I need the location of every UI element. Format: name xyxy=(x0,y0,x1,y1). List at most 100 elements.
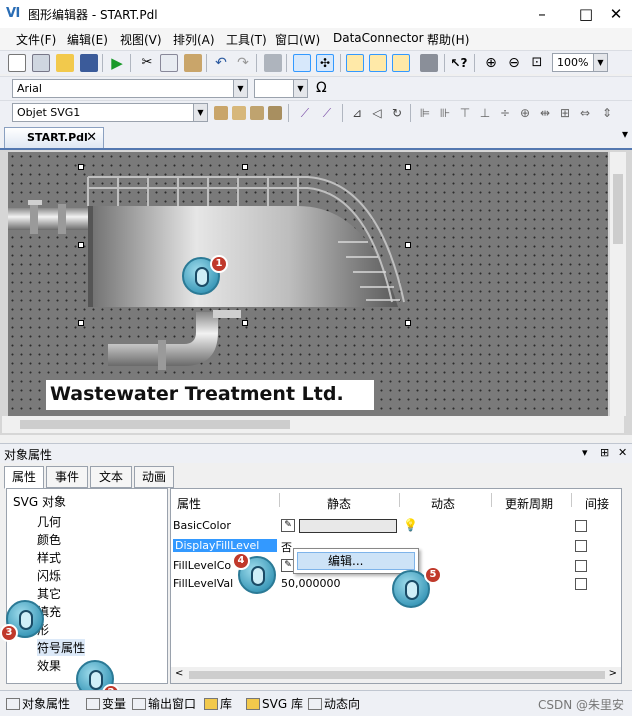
snap-icon[interactable]: ✣ xyxy=(316,54,334,72)
zoom-fit-icon[interactable]: ⊡ xyxy=(528,54,546,72)
tab-start-pdl[interactable]: START.Pdl ✕ xyxy=(4,127,104,148)
center-vertical-icon[interactable]: ÷ xyxy=(496,104,514,122)
cut-icon[interactable]: ✂ xyxy=(138,54,156,72)
open-folder-icon[interactable] xyxy=(56,54,74,72)
copy-icon[interactable] xyxy=(160,54,178,72)
paste-icon[interactable] xyxy=(184,54,202,72)
vertical-scrollbar[interactable] xyxy=(610,152,626,416)
chevron-down-icon[interactable]: ▼ xyxy=(233,80,247,97)
undo-icon[interactable]: ↶ xyxy=(212,54,230,72)
distribute-icon[interactable]: ⇹ xyxy=(536,104,554,122)
tank-graphic[interactable] xyxy=(8,152,608,416)
bottom-tab-svg-library[interactable]: SVG 库 xyxy=(246,695,303,712)
menu-tools[interactable]: 工具(T) xyxy=(226,31,267,48)
center-horizontal-icon[interactable]: ⊕ xyxy=(516,104,534,122)
horizontal-scrollbar[interactable] xyxy=(2,416,624,433)
panel-pin-icon[interactable]: ⊞ xyxy=(600,446,609,459)
table-row[interactable]: FillLevelCo xyxy=(173,559,231,572)
tab-animation[interactable]: 动画 xyxy=(134,466,174,488)
color-picker-icon[interactable]: ✎ xyxy=(281,519,295,532)
align-bottom-icon[interactable]: ⊥ xyxy=(476,104,494,122)
grid-icon[interactable] xyxy=(293,54,311,72)
indirect-checkbox[interactable] xyxy=(575,578,587,590)
new-pdl-icon[interactable] xyxy=(32,54,50,72)
bottom-tab-tags[interactable]: 变量 xyxy=(86,695,126,712)
align-top-icon[interactable]: ⊤ xyxy=(456,104,474,122)
flip-horizontal-icon[interactable]: ⊿ xyxy=(348,104,366,122)
redo-icon[interactable]: ↷ xyxy=(234,54,252,72)
table-row[interactable]: FillLevelVal xyxy=(173,577,233,590)
help-pointer-icon[interactable]: ↖? xyxy=(450,54,468,72)
bottom-tab-dynamic-wizard[interactable]: 动态向 xyxy=(308,695,360,712)
chevron-down-icon[interactable]: ▼ xyxy=(593,54,607,71)
canvas[interactable]: Wastewater Treatment Ltd. xyxy=(8,152,608,416)
tree-item[interactable]: 闪烁 xyxy=(37,567,61,584)
run-icon[interactable]: ▶ xyxy=(108,54,126,72)
font-size-select[interactable]: ▼ xyxy=(254,79,308,98)
property-static-value[interactable]: 50,000000 xyxy=(281,577,341,590)
table-row-selected[interactable]: DisplayFillLevel xyxy=(173,539,277,552)
bottom-tab-object-properties[interactable]: 对象属性 xyxy=(6,695,70,712)
indirect-checkbox[interactable] xyxy=(575,560,587,572)
tree-root[interactable]: SVG 对象 xyxy=(13,493,66,510)
menu-file[interactable]: 文件(F) xyxy=(16,31,56,48)
tree-item[interactable]: 几何 xyxy=(37,513,61,530)
font-select[interactable]: Arial ▼ xyxy=(12,79,248,98)
scroll-right-icon[interactable]: > xyxy=(609,668,617,679)
special-chars-icon[interactable]: Ω xyxy=(316,80,327,96)
menu-edit[interactable]: 编辑(E) xyxy=(67,31,108,48)
indirect-checkbox[interactable] xyxy=(575,520,587,532)
menu-item-edit[interactable]: 编辑... xyxy=(297,552,415,570)
same-height-icon[interactable]: ⇕ xyxy=(598,104,616,122)
tree-item[interactable]: 样式 xyxy=(37,549,61,566)
menu-help[interactable]: 帮助(H) xyxy=(427,31,469,48)
connect-icon[interactable]: ⟋ xyxy=(296,104,314,122)
chevron-down-icon[interactable]: ▼ xyxy=(293,80,307,97)
object-icon[interactable] xyxy=(420,54,438,72)
menu-window[interactable]: 窗口(W) xyxy=(275,31,320,48)
close-icon[interactable]: ✕ xyxy=(86,130,97,145)
send-back-icon[interactable] xyxy=(232,106,246,120)
indirect-checkbox[interactable] xyxy=(575,540,587,552)
scroll-left-icon[interactable]: < xyxy=(175,668,183,679)
panel-menu-icon[interactable]: ▾ xyxy=(582,446,588,459)
table-row[interactable]: BasicColor xyxy=(173,519,231,532)
chevron-down-icon[interactable]: ▼ xyxy=(193,104,207,121)
bottom-tab-output[interactable]: 输出窗口 xyxy=(132,695,196,712)
new-file-icon[interactable] xyxy=(8,54,26,72)
zoom-in-icon[interactable]: ⊕ xyxy=(482,54,500,72)
tree-item[interactable]: 效果 xyxy=(37,657,61,674)
tab-events[interactable]: 事件 xyxy=(46,466,88,488)
same-size-icon[interactable]: ⊞ xyxy=(556,104,574,122)
palette-icon[interactable] xyxy=(369,54,387,72)
disconnect-icon[interactable]: ⟋ xyxy=(318,104,336,122)
library-icon[interactable] xyxy=(392,54,410,72)
minimize-button[interactable]: – xyxy=(522,2,562,26)
bulb-icon[interactable]: 💡 xyxy=(403,518,418,532)
forward-icon[interactable] xyxy=(250,106,264,120)
rotate-icon[interactable]: ↻ xyxy=(388,104,406,122)
flip-vertical-icon[interactable]: ◁ xyxy=(368,104,386,122)
align-right-icon[interactable]: ⊪ xyxy=(436,104,454,122)
align-left-icon[interactable]: ⊫ xyxy=(416,104,434,122)
property-static-value[interactable]: 否 xyxy=(281,539,292,555)
bottom-tab-library[interactable]: 库 xyxy=(204,695,232,712)
tree-item-selected[interactable]: 符号属性 xyxy=(37,639,86,656)
tab-menu-icon[interactable]: ▾ xyxy=(622,127,628,141)
bring-front-icon[interactable] xyxy=(214,106,228,120)
menu-view[interactable]: 视图(V) xyxy=(120,31,162,48)
tab-properties[interactable]: 属性 xyxy=(4,466,44,489)
tree-item[interactable]: 其它 xyxy=(37,585,61,602)
backward-icon[interactable] xyxy=(268,106,282,120)
menu-arrange[interactable]: 排列(A) xyxy=(173,31,215,48)
grid-horizontal-scrollbar[interactable]: < > xyxy=(171,667,621,683)
zoom-select[interactable]: 100% ▼ xyxy=(552,53,608,72)
save-icon[interactable] xyxy=(80,54,98,72)
panel-close-icon[interactable]: ✕ xyxy=(618,446,627,459)
object-select[interactable]: Objet SVG1 ▼ xyxy=(12,103,208,122)
layers-icon[interactable] xyxy=(346,54,364,72)
menu-dataconnector[interactable]: DataConnector xyxy=(333,31,424,45)
zoom-out-icon[interactable]: ⊖ xyxy=(505,54,523,72)
tab-text[interactable]: 文本 xyxy=(90,466,132,488)
color-swatch[interactable] xyxy=(299,519,397,533)
